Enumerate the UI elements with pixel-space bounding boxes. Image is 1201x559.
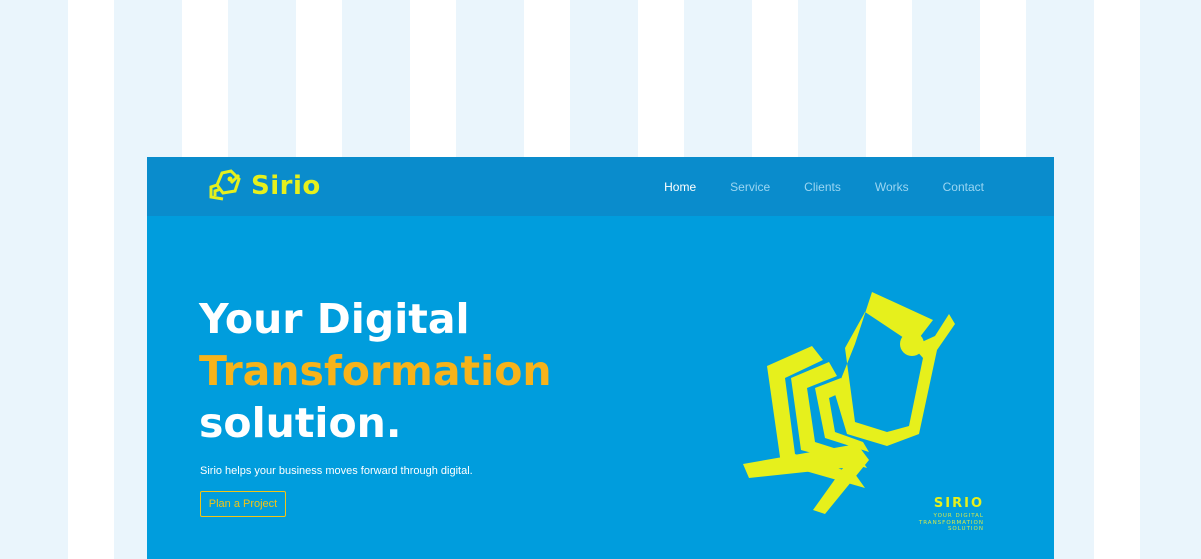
- bg-stripe: [1140, 0, 1201, 559]
- nav-works[interactable]: Works: [875, 180, 909, 194]
- sirio-logo-illustration-icon: [743, 292, 955, 514]
- nav-clients[interactable]: Clients: [804, 180, 841, 194]
- bg-stripe: [0, 0, 68, 559]
- hero-title: Your Digital Transformation solution.: [199, 293, 552, 449]
- logo-caption: SIRIO YOUR DIGITAL TRANSFORMATION SOLUTI…: [919, 497, 984, 533]
- navbar: Sirio Home Service Clients Works Contact: [147, 157, 1054, 216]
- logo-tagline: YOUR DIGITAL TRANSFORMATION SOLUTION: [918, 513, 984, 532]
- hero-title-line2: Transformation: [199, 347, 552, 395]
- brand-name: Sirio: [251, 171, 321, 201]
- sirio-bird-logo-icon: [209, 169, 241, 201]
- nav-home[interactable]: Home: [664, 180, 696, 194]
- website-preview: Sirio Home Service Clients Works Contact…: [147, 157, 1054, 559]
- brand-link[interactable]: Sirio: [205, 169, 321, 202]
- hero-title-line3: solution.: [199, 399, 402, 447]
- plan-project-button[interactable]: Plan a Project: [200, 491, 286, 517]
- nav-contact[interactable]: Contact: [943, 180, 984, 194]
- logo-wordmark: SIRIO: [933, 496, 984, 511]
- hero-title-line1: Your Digital: [199, 295, 470, 343]
- hero-subtitle: Sirio helps your business moves forward …: [200, 465, 473, 477]
- nav-service[interactable]: Service: [730, 180, 770, 194]
- main-nav: Home Service Clients Works Contact: [664, 157, 984, 216]
